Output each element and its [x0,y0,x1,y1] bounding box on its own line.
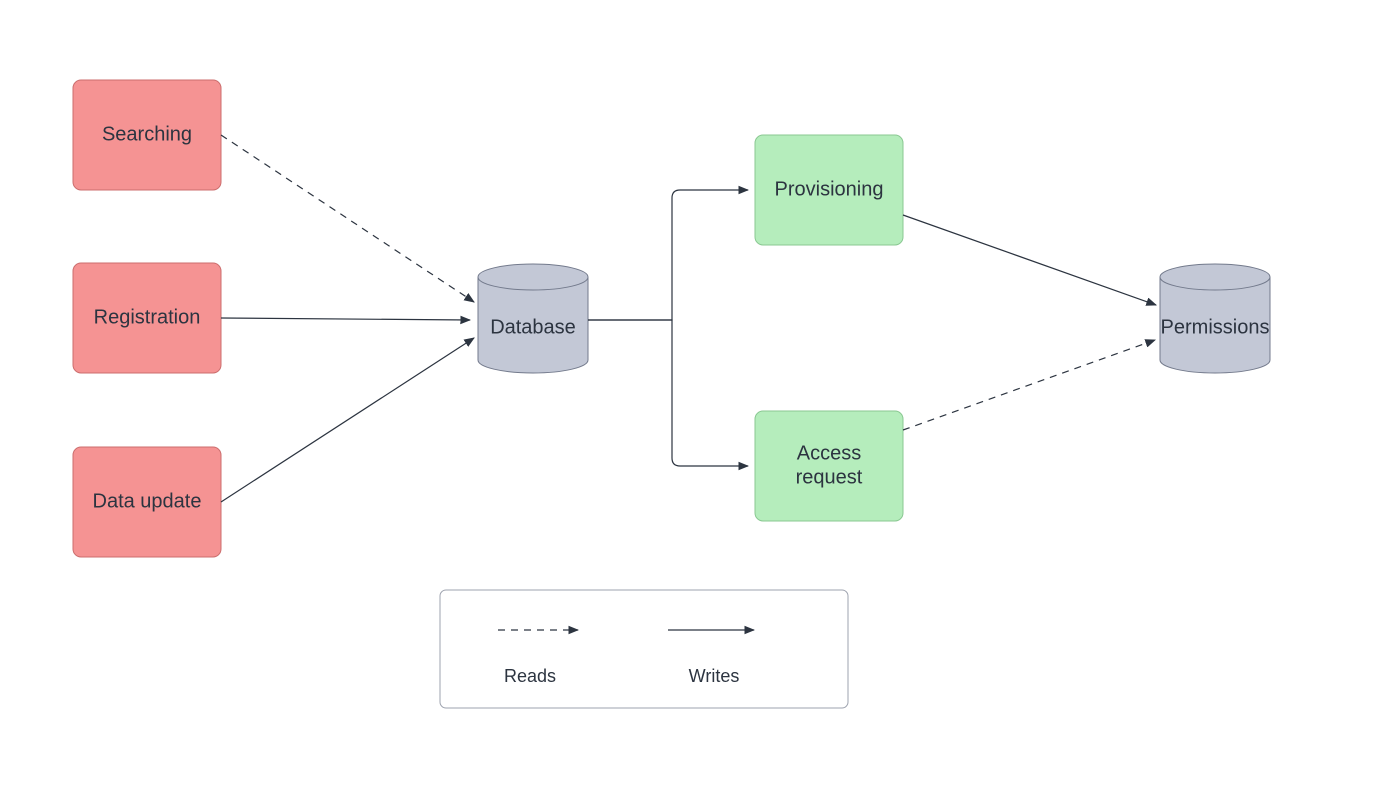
label-database: Database [490,316,576,338]
edge-database-access [588,320,748,466]
label-provisioning: Provisioning [775,178,884,200]
edge-provisioning-permissions [903,215,1156,305]
edge-registration-database [221,318,470,320]
legend: Reads Writes [440,590,848,708]
label-access-request-l1: Access [797,442,861,464]
node-data-update: Data update [73,447,221,557]
legend-reads-label: Reads [504,666,556,686]
node-registration: Registration [73,263,221,373]
edge-searching-database [221,135,474,302]
node-permissions: Permissions [1160,264,1270,373]
node-database: Database [478,264,588,373]
label-data-update: Data update [93,490,202,512]
edge-access-permissions [903,340,1155,430]
legend-writes-label: Writes [689,666,740,686]
label-permissions: Permissions [1161,316,1270,338]
node-searching: Searching [73,80,221,190]
label-searching: Searching [102,123,192,145]
node-access-request: Access request [755,411,903,521]
label-access-request-l2: request [796,466,863,488]
node-provisioning: Provisioning [755,135,903,245]
edge-database-provisioning [588,190,748,320]
edge-dataupdate-database [221,338,474,502]
diagram-canvas: Searching Registration Data update Datab… [0,0,1400,796]
label-registration: Registration [94,306,201,328]
